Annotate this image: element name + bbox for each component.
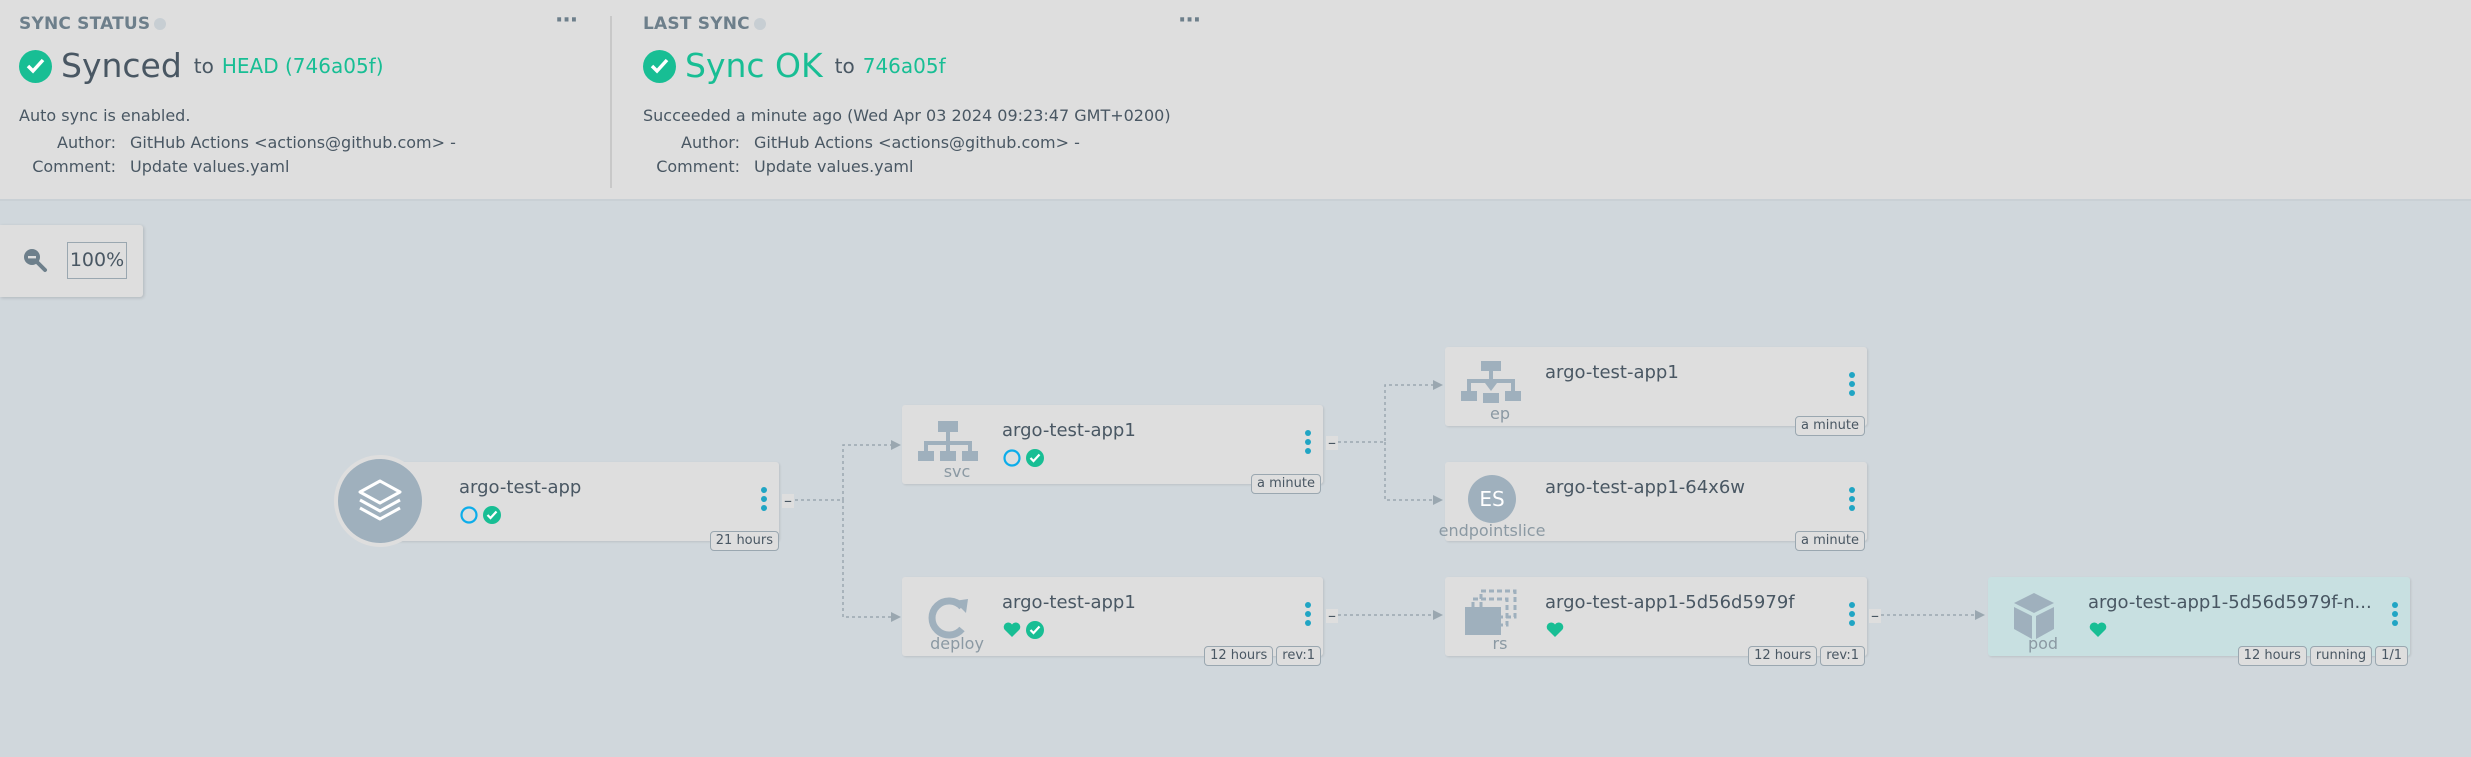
- node-kind-label: endpointslice: [1438, 521, 1546, 540]
- age-badge: a minute: [1251, 474, 1321, 494]
- age-badge: 21 hours: [709, 531, 779, 551]
- healthy-heart-icon: [1546, 622, 1564, 637]
- node-status-icons: [1002, 448, 1045, 468]
- node-title: argo-test-app1-5d56d5979f-n...: [2088, 592, 2372, 613]
- resource-node-deploy[interactable]: deploy argo-test-app1 12 hours rev:1: [902, 577, 1323, 666]
- revision-badge: rev:1: [1820, 646, 1865, 666]
- ready-count-badge: 1/1: [2375, 646, 2408, 666]
- synced-check-icon: [1026, 621, 1044, 639]
- node-status-icons: [1002, 620, 1045, 640]
- node-title: argo-test-app1: [1545, 362, 1679, 383]
- collapse-toggle[interactable]: –: [1326, 435, 1338, 451]
- resource-node-ep[interactable]: ep argo-test-app1 a minute: [1445, 347, 1867, 436]
- node-kind-label: svc: [943, 462, 971, 481]
- age-badge: a minute: [1795, 416, 1865, 436]
- synced-check-icon: [1026, 449, 1044, 467]
- node-status-icons: [1545, 620, 1565, 640]
- resource-node-rs[interactable]: rs argo-test-app1-5d56d5979f 12 hours rev…: [1445, 577, 1867, 666]
- node-title: argo-test-app1-5d56d5979f: [1545, 592, 1795, 613]
- progressing-icon: [1003, 449, 1021, 467]
- node-kind-label: pod: [2027, 634, 2059, 653]
- age-badge: 12 hours: [2237, 646, 2307, 666]
- resource-node-svc[interactable]: svc argo-test-app1 a minute: [902, 405, 1323, 494]
- resource-node-pod[interactable]: pod argo-test-app1-5d56d5979f-n... 12 ho…: [1988, 577, 2410, 666]
- age-badge: a minute: [1795, 531, 1865, 551]
- node-title: argo-test-app1: [1002, 420, 1136, 441]
- node-status-icons: [2088, 620, 2108, 640]
- endpointslice-icon: ES: [1468, 475, 1516, 523]
- node-status-icons: [459, 505, 502, 525]
- progressing-icon: [460, 506, 478, 524]
- application-icon: [334, 455, 426, 547]
- pod-status-badge: running: [2309, 646, 2373, 666]
- node-menu-button[interactable]: [1849, 602, 1855, 629]
- node-title: argo-test-app1: [1002, 592, 1136, 613]
- node-title: argo-test-app1-64x6w: [1545, 477, 1746, 498]
- collapse-toggle[interactable]: –: [782, 493, 794, 509]
- collapse-toggle[interactable]: –: [1869, 608, 1881, 624]
- node-title: argo-test-app: [459, 477, 582, 498]
- healthy-heart-icon: [2089, 622, 2107, 637]
- node-menu-button[interactable]: [1305, 602, 1311, 629]
- node-menu-button[interactable]: [761, 487, 767, 514]
- node-kind-label: rs: [1492, 634, 1508, 653]
- node-kind-label: deploy: [930, 634, 984, 653]
- node-menu-button[interactable]: [1849, 372, 1855, 399]
- node-menu-button[interactable]: [1849, 487, 1855, 514]
- healthy-heart-icon: [1003, 622, 1021, 637]
- node-menu-button[interactable]: [1305, 430, 1311, 457]
- node-menu-button[interactable]: [2392, 602, 2398, 629]
- revision-badge: rev:1: [1276, 646, 1321, 666]
- synced-check-icon: [483, 506, 501, 524]
- resource-node-app[interactable]: argo-test-app 21 hours: [380, 462, 779, 551]
- resource-node-endpointslice[interactable]: ES endpointslice argo-test-app1-64x6w a …: [1439, 462, 1867, 551]
- age-badge: 12 hours: [1748, 646, 1818, 666]
- node-kind-label: ep: [1490, 404, 1510, 423]
- collapse-toggle[interactable]: –: [1326, 608, 1338, 624]
- age-badge: 12 hours: [1204, 646, 1274, 666]
